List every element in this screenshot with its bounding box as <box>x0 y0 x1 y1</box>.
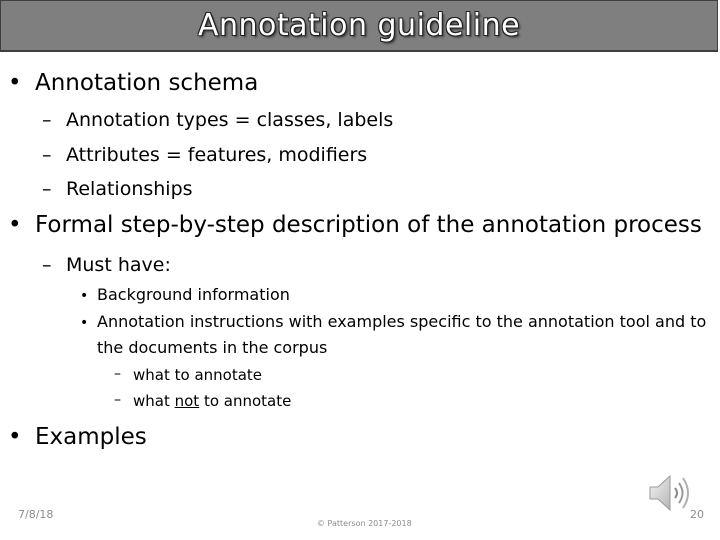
sub-sub-bullet-instructions: Annotation instructions with examples sp… <box>97 312 707 357</box>
sub-bullet-attributes: Attributes = features, modifiers <box>66 144 368 166</box>
slide-body: • Annotation schema – Annotation types =… <box>0 0 720 540</box>
dash-marker: – <box>42 144 52 166</box>
level4-what-to-annotate: what to annotate <box>133 366 263 384</box>
bullet-examples: Examples <box>35 424 147 450</box>
what-not-prefix: what <box>133 392 175 410</box>
bullet-marker: • <box>80 315 89 331</box>
page-number: 20 <box>690 508 704 521</box>
speaker-icon[interactable] <box>648 470 692 516</box>
bullet-marker: • <box>8 212 22 238</box>
sub-bullet-relationships: Relationships <box>66 178 193 200</box>
what-not-suffix: to annotate <box>199 392 292 410</box>
dash-marker: – <box>42 109 52 131</box>
dash-marker: – <box>42 254 52 276</box>
sub-bullet-must-have: Must have: <box>66 254 171 276</box>
footer-copyright: © Patterson 2017-2018 <box>317 519 412 528</box>
dash-marker: – <box>42 178 52 200</box>
bullet-marker: • <box>8 424 22 450</box>
dash-marker: – <box>114 392 121 408</box>
dash-marker: – <box>114 366 121 382</box>
bullet-annotation-schema: Annotation schema <box>35 70 259 96</box>
bullet-formal-description: Formal step-by-step description of the a… <box>35 212 702 238</box>
level4-what-not-to-annotate: what not to annotate <box>133 392 291 410</box>
sub-sub-bullet-background: Background information <box>97 285 290 304</box>
bullet-marker: • <box>80 288 89 304</box>
footer-date: 7/8/18 <box>18 508 54 521</box>
not-emphasis: not <box>174 392 200 410</box>
bullet-marker: • <box>8 70 22 96</box>
sub-bullet-annotation-types: Annotation types = classes, labels <box>66 109 394 131</box>
